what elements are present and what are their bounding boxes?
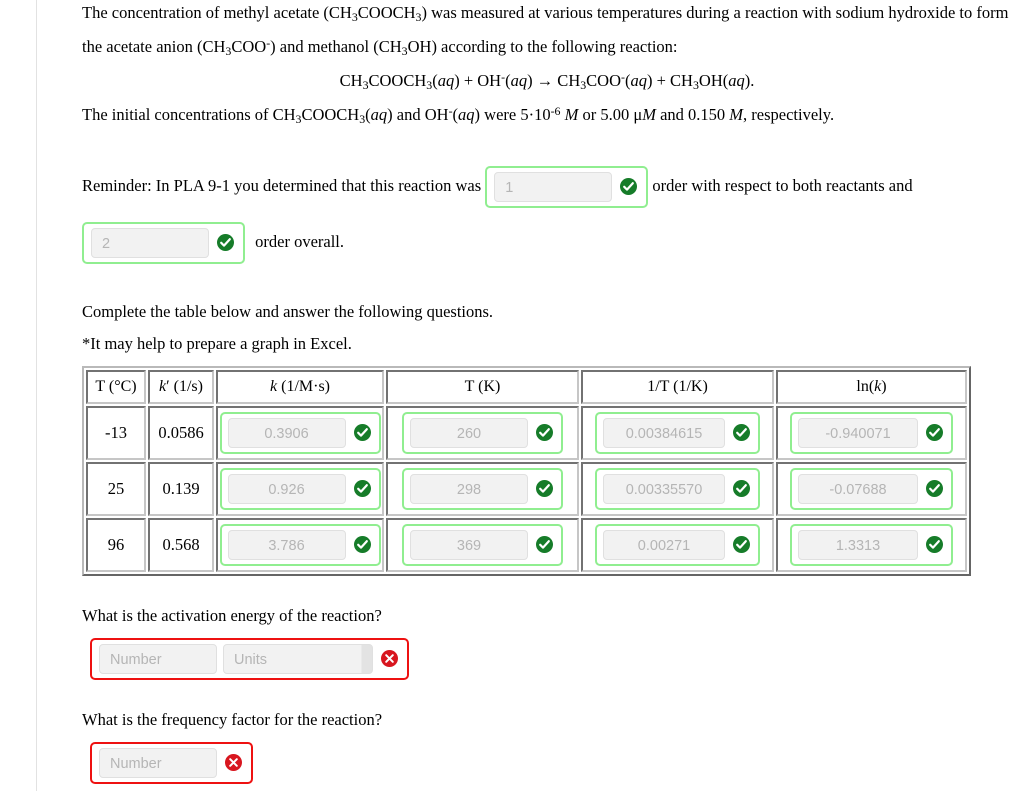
cell-k-prime: 0.0586	[148, 405, 214, 460]
k-answer-group[interactable]: 3.786	[219, 523, 381, 566]
cell-ln-k: -0.940071	[776, 405, 967, 460]
t-kelvin-input[interactable]: 298	[410, 473, 528, 504]
cell-k: 0.3906	[216, 405, 384, 460]
x-circle-icon	[225, 754, 242, 772]
question-activation-energy: What is the activation energy of the rea…	[82, 604, 1012, 680]
table-row: 96 0.568 3.786 369 0.00271 1.3313	[86, 517, 967, 572]
reminder-row-1: Reminder: In PLA 9-1 you determined that…	[82, 165, 1012, 208]
ln-k-answer-group[interactable]: -0.940071	[790, 411, 953, 454]
question-frequency-factor: What is the frequency factor for the rea…	[82, 708, 1012, 784]
reminder-prefix-text: Reminder: In PLA 9-1 you determined that…	[82, 175, 482, 195]
header-t-kelvin: T (K)	[386, 369, 579, 404]
question-frequency-factor-text: What is the frequency factor for the rea…	[82, 709, 383, 729]
initial-concentrations-text: The initial concentrations of CH3COOCH3(…	[82, 103, 835, 126]
k-input[interactable]: 0.3906	[227, 417, 346, 448]
check-circle-icon	[926, 424, 943, 442]
inv-t-input[interactable]: 0.00384615	[603, 417, 725, 448]
check-circle-icon	[733, 536, 750, 554]
order-overall-answer-group[interactable]: 2	[82, 221, 245, 264]
header-k-prime: k′ (1/s)	[148, 369, 214, 404]
check-circle-icon	[926, 536, 943, 554]
activation-energy-number-input[interactable]: Number	[99, 643, 217, 674]
reminder-middle-text: order with respect to both reactants and	[652, 175, 913, 195]
check-circle-icon	[926, 480, 943, 498]
x-circle-icon	[381, 650, 398, 668]
ln-k-input[interactable]: 1.3313	[798, 529, 918, 560]
reaction-equation: CH3COOCH3(aq) + OH-(aq) → CH3COO-(aq) + …	[339, 69, 755, 92]
cell-inv-t: 0.00335570	[581, 461, 774, 516]
check-circle-icon	[536, 424, 553, 442]
instructions-block: Complete the table below and answer the …	[82, 300, 1012, 356]
check-circle-icon	[353, 424, 371, 442]
activation-energy-answer-group[interactable]: Number Units	[90, 637, 409, 680]
cell-k: 3.786	[216, 517, 384, 572]
cell-t-celsius: -13	[86, 405, 146, 460]
order-respect-input[interactable]: 1	[494, 171, 613, 202]
check-circle-icon	[536, 480, 553, 498]
cell-t-kelvin: 298	[386, 461, 579, 516]
cell-t-celsius: 96	[86, 517, 146, 572]
inv-t-input[interactable]: 0.00271	[603, 529, 725, 560]
k-answer-group[interactable]: 0.3906	[219, 411, 381, 454]
ln-k-input[interactable]: -0.940071	[798, 417, 918, 448]
kinetics-data-table: T (°C) k′ (1/s) k (1/M·s) T (K) 1/T (1/K…	[82, 365, 971, 576]
cell-t-kelvin: 260	[386, 405, 579, 460]
question-activation-energy-text: What is the activation energy of the rea…	[82, 605, 382, 625]
cell-k: 0.926	[216, 461, 384, 516]
check-circle-icon	[217, 234, 234, 252]
cell-k-prime: 0.139	[148, 461, 214, 516]
t-kelvin-input[interactable]: 369	[410, 529, 528, 560]
header-t-celsius: T (°C)	[86, 369, 146, 404]
inv-t-input[interactable]: 0.00335570	[603, 473, 725, 504]
t-kelvin-answer-group[interactable]: 260	[402, 411, 563, 454]
instruction-line-2: *It may help to prepare a graph in Excel…	[82, 333, 352, 353]
reminder-row-2: 2 order overall.	[82, 221, 1012, 264]
activation-energy-units-select[interactable]: Units	[223, 643, 373, 674]
page-left-rule	[36, 0, 37, 791]
frequency-factor-answer-group[interactable]: Number	[90, 741, 253, 784]
t-kelvin-answer-group[interactable]: 298	[402, 467, 563, 510]
check-circle-icon	[620, 178, 638, 196]
header-k: k (1/M·s)	[216, 369, 384, 404]
cell-ln-k: -0.07688	[776, 461, 967, 516]
header-inv-t: 1/T (1/K)	[581, 369, 774, 404]
cell-k-prime: 0.568	[148, 517, 214, 572]
cell-t-kelvin: 369	[386, 517, 579, 572]
cell-inv-t: 0.00384615	[581, 405, 774, 460]
check-circle-icon	[353, 480, 371, 498]
inv-t-answer-group[interactable]: 0.00271	[595, 523, 760, 566]
order-respect-answer-group[interactable]: 1	[485, 165, 649, 208]
cell-ln-k: 1.3313	[776, 517, 967, 572]
k-answer-group[interactable]: 0.926	[219, 467, 381, 510]
check-circle-icon	[353, 536, 371, 554]
table-row: -13 0.0586 0.3906 260 0.00384615 -0.9400…	[86, 405, 967, 460]
cell-inv-t: 0.00271	[581, 517, 774, 572]
reminder-suffix-text: order overall.	[255, 231, 344, 251]
ln-k-input[interactable]: -0.07688	[798, 473, 918, 504]
intro-paragraph: The concentration of methyl acetate (CH3…	[82, 3, 1009, 58]
header-ln-k: ln(k)	[776, 369, 967, 404]
k-input[interactable]: 3.786	[227, 529, 346, 560]
check-circle-icon	[733, 480, 750, 498]
check-circle-icon	[536, 536, 553, 554]
ln-k-answer-group[interactable]: -0.07688	[790, 467, 953, 510]
check-circle-icon	[733, 424, 750, 442]
instruction-line-1: Complete the table below and answer the …	[82, 301, 494, 321]
inv-t-answer-group[interactable]: 0.00384615	[595, 411, 760, 454]
k-input[interactable]: 0.926	[227, 473, 346, 504]
order-overall-input[interactable]: 2	[91, 227, 209, 258]
table-header-row: T (°C) k′ (1/s) k (1/M·s) T (K) 1/T (1/K…	[86, 369, 967, 404]
table-row: 25 0.139 0.926 298 0.00335570 -0.07688	[86, 461, 967, 516]
t-kelvin-answer-group[interactable]: 369	[402, 523, 563, 566]
frequency-factor-number-input[interactable]: Number	[99, 747, 217, 778]
ln-k-answer-group[interactable]: 1.3313	[790, 523, 953, 566]
inv-t-answer-group[interactable]: 0.00335570	[595, 467, 760, 510]
t-kelvin-input[interactable]: 260	[410, 417, 528, 448]
worksheet-content: The concentration of methyl acetate (CH3…	[82, 0, 1012, 784]
cell-t-celsius: 25	[86, 461, 146, 516]
